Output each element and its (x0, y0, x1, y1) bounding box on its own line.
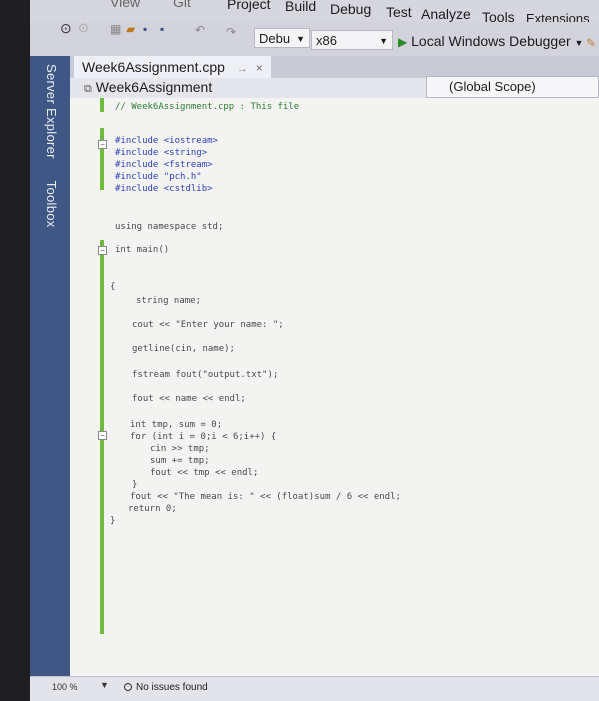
code-line-3: getline(cin, name); (132, 344, 235, 354)
change-indicator (100, 98, 104, 112)
chevron-down-icon: ▼ (574, 38, 584, 48)
code-close-brace: } (110, 516, 116, 526)
code-include-5: #include <cstdlib> (115, 184, 213, 194)
issues-indicator[interactable]: No issues found (124, 682, 208, 693)
server-explorer-tab[interactable]: Server Explorer (44, 64, 59, 159)
toolbox-tab[interactable]: Toolbox (44, 181, 59, 228)
tab-label: Week6Assignment.cpp (82, 59, 225, 75)
scope-dropdown[interactable]: (Global Scope) (426, 76, 599, 98)
code-line-7: for (int i = 0;i < 6;i++) { (130, 432, 277, 442)
document-tabstrip: Week6Assignment.cpp → × (70, 56, 599, 78)
menu-build[interactable]: Build (285, 0, 316, 14)
collapse-icon[interactable]: − (98, 246, 107, 255)
menu-view[interactable]: View (110, 0, 140, 10)
code-include-1: #include <iostream> (115, 136, 218, 146)
status-bar: 100 % ▼ No issues found (30, 676, 599, 701)
tab-week6assignment-cpp[interactable]: Week6Assignment.cpp → × (74, 56, 271, 78)
side-panel-rail: Server Explorer Toolbox (30, 56, 70, 700)
chevron-down-icon: ▼ (296, 34, 305, 44)
code-line-9: sum += tmp; (150, 456, 210, 466)
code-include-2: #include <string> (115, 148, 208, 158)
toolbar: ⊙ ⊙ ▦ ▰ ▪ ▪ ↶ ↷ Debu ▼ x86 ▼ ▶ Local Win… (30, 20, 599, 56)
code-line-4: fstream fout("output.txt"); (132, 370, 279, 380)
start-debugging-button[interactable]: ▶ Local Windows Debugger ▼ (398, 33, 583, 49)
collapse-icon[interactable]: − (98, 140, 107, 149)
code-include-4: #include "pch.h" (115, 172, 202, 182)
code-line-11: } (132, 480, 138, 490)
code-line-1: string name; (136, 296, 202, 306)
new-project-icon[interactable]: ▦ (110, 22, 121, 36)
code-line-5: fout << name << endl; (132, 394, 246, 404)
attach-icon[interactable]: ✎ (586, 36, 596, 50)
navigation-bar: ⧉ Week6Assignment ▾ (Global Scope) (70, 76, 599, 99)
save-all-icon[interactable]: ▪ (160, 22, 164, 36)
undo-icon[interactable]: ↶ (195, 23, 205, 37)
menu-git[interactable]: Git (173, 0, 191, 10)
code-line-6: int tmp, sum = 0; (130, 420, 223, 430)
code-line-8: cin >> tmp; (150, 444, 210, 454)
chevron-down-icon[interactable]: ▼ (100, 680, 109, 690)
code-using: using namespace std; (115, 222, 224, 232)
code-line-12: fout << "The mean is: " << (float)sum / … (130, 492, 401, 502)
menu-analyze[interactable]: Analyze (421, 6, 471, 22)
menu-project[interactable]: Project (227, 0, 271, 12)
code-open-brace: { (110, 282, 116, 292)
platform-select[interactable]: x86 ▼ (311, 30, 393, 50)
code-line-13: return 0; (128, 504, 177, 514)
code-line-10: fout << tmp << endl; (150, 468, 259, 478)
redo-icon[interactable]: ↷ (226, 25, 236, 39)
configuration-select[interactable]: Debu ▼ (254, 28, 310, 48)
code-include-3: #include <fstream> (115, 160, 213, 170)
menu-bar: View Git Project Build Debug Test Analyz… (30, 0, 599, 26)
project-icon: ⧉ (84, 83, 92, 95)
forward-icon[interactable]: ⊙ (78, 20, 89, 36)
code-area: // Week6Assignment.cpp : This file − #in… (70, 98, 599, 676)
pin-icon[interactable]: → (237, 63, 248, 75)
menu-test[interactable]: Test (386, 4, 412, 20)
collapse-icon[interactable]: − (98, 431, 107, 440)
code-editor[interactable]: // Week6Assignment.cpp : This file − #in… (70, 98, 599, 676)
change-indicator (100, 128, 104, 190)
play-icon: ▶ (398, 35, 408, 49)
check-circle-icon (124, 683, 132, 691)
code-main-signature: int main() (115, 245, 170, 255)
code-line-2: cout << "Enter your name: "; (132, 320, 284, 330)
open-folder-icon[interactable]: ▰ (126, 22, 135, 36)
menu-debug[interactable]: Debug (330, 1, 371, 17)
code-comment: // Week6Assignment.cpp : This file (115, 102, 300, 112)
side-panel-labels: Server Explorer Toolbox (44, 64, 59, 228)
chevron-down-icon: ▼ (379, 36, 388, 46)
zoom-level[interactable]: 100 % (52, 682, 78, 692)
back-icon[interactable]: ⊙ (60, 20, 72, 37)
project-dropdown[interactable]: ⧉ Week6Assignment (84, 79, 212, 96)
close-icon[interactable]: × (256, 61, 263, 75)
save-icon[interactable]: ▪ (143, 22, 147, 36)
